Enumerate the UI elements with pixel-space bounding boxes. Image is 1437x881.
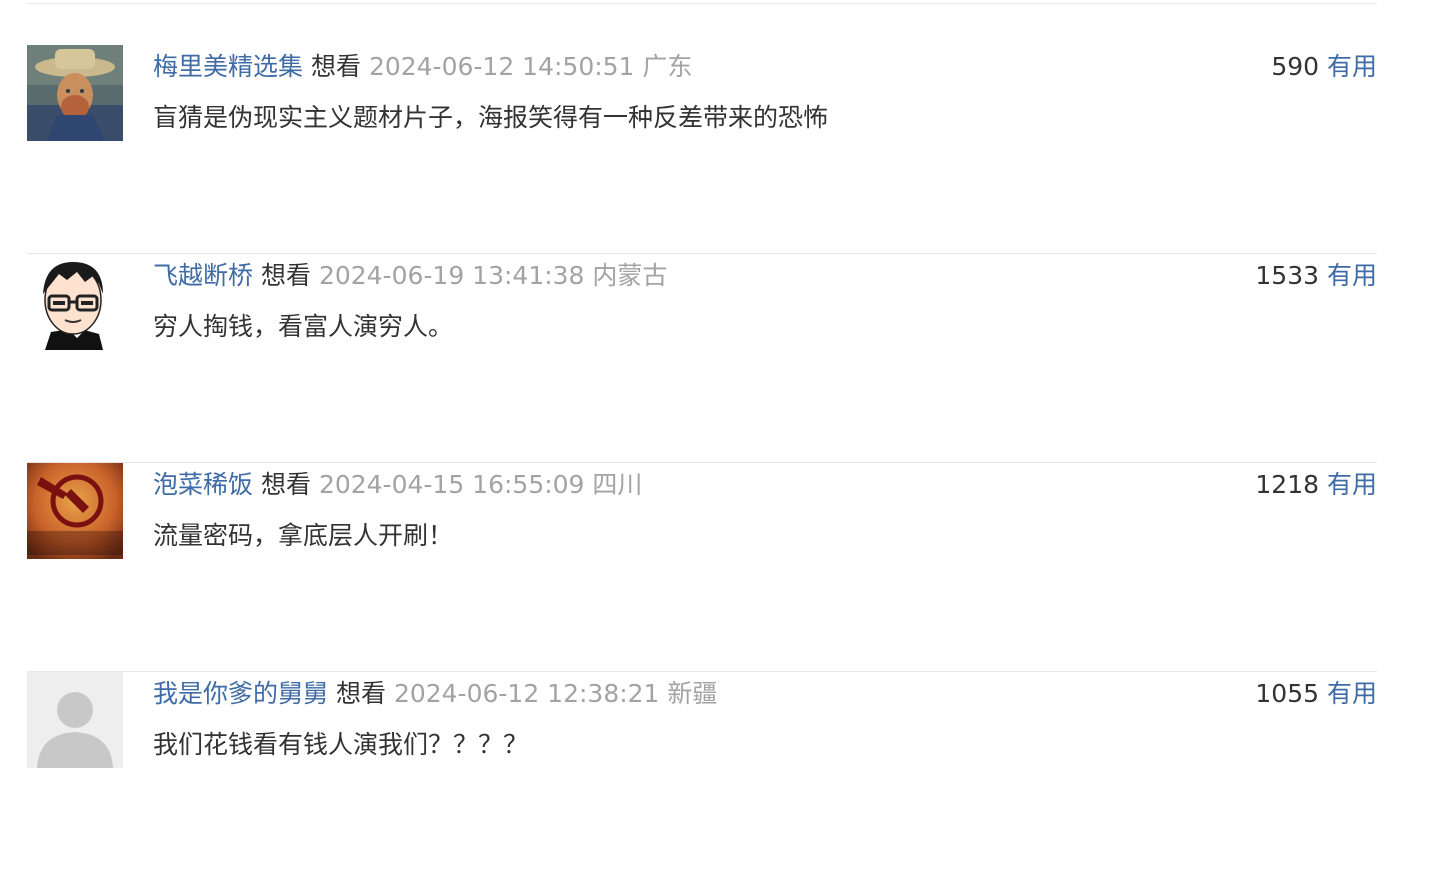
vote-count: 1055 — [1255, 679, 1320, 708]
vote-count: 1533 — [1255, 261, 1320, 290]
useful-vote-button[interactable]: 有用 — [1327, 470, 1377, 499]
vote-area: 590 有用 — [1271, 49, 1377, 85]
vote-count: 590 — [1271, 52, 1320, 81]
comment-meta: 梅里美精选集 想看 2024-06-12 14:50:51 广东 — [153, 49, 692, 85]
comment-item: 泡菜稀饭 想看 2024-04-15 16:55:09 四川 1218 有用 流… — [27, 463, 1377, 672]
username-link[interactable]: 飞越断桥 — [153, 261, 253, 290]
comment-region: 内蒙古 — [592, 261, 668, 290]
watch-status: 想看 — [335, 679, 386, 708]
portrait-painting-avatar[interactable] — [27, 45, 123, 141]
comment-time: 2024-06-19 13:41:38 — [318, 261, 585, 290]
watch-status: 想看 — [260, 470, 311, 499]
useful-vote-button[interactable]: 有用 — [1327, 52, 1377, 81]
vote-area: 1055 有用 — [1255, 676, 1377, 712]
default-user-silhouette-avatar[interactable] — [27, 672, 123, 768]
comment-region: 四川 — [592, 470, 643, 499]
username-link[interactable]: 梅里美精选集 — [153, 52, 303, 81]
comment-meta: 泡菜稀饭 想看 2024-04-15 16:55:09 四川 — [153, 467, 642, 503]
vote-area: 1218 有用 — [1255, 467, 1377, 503]
comment-region: 新疆 — [667, 679, 718, 708]
comment-item: 飞越断桥 想看 2024-06-19 13:41:38 内蒙古 1533 有用 … — [27, 254, 1377, 463]
vote-count: 1218 — [1255, 470, 1320, 499]
vote-area: 1533 有用 — [1255, 258, 1377, 294]
comment-time: 2024-06-12 12:38:21 — [393, 679, 660, 708]
comment-region: 广东 — [642, 52, 693, 81]
comment-time: 2024-04-15 16:55:09 — [318, 470, 585, 499]
watch-status: 想看 — [260, 261, 311, 290]
comment-item: 梅里美精选集 想看 2024-06-12 14:50:51 广东 590 有用 … — [27, 45, 1377, 254]
comment-text: 流量密码，拿底层人开刷！ — [153, 521, 454, 550]
cartoon-glasses-man-avatar[interactable] — [27, 254, 123, 350]
comment-item: 我是你爹的舅舅 想看 2024-06-12 12:38:21 新疆 1055 有… — [27, 672, 1377, 881]
comment-meta: 飞越断桥 想看 2024-06-19 13:41:38 内蒙古 — [153, 258, 667, 294]
red-faction-logo-avatar[interactable] — [27, 463, 123, 559]
comment-text: 盲猜是伪现实主义题材片子，海报笑得有一种反差带来的恐怖 — [153, 103, 829, 132]
comment-text: 穷人掏钱，看富人演穷人。 — [153, 312, 454, 341]
comment-time: 2024-06-12 14:50:51 — [368, 52, 635, 81]
comment-meta: 我是你爹的舅舅 想看 2024-06-12 12:38:21 新疆 — [153, 676, 717, 712]
useful-vote-button[interactable]: 有用 — [1327, 679, 1377, 708]
username-link[interactable]: 泡菜稀饭 — [153, 470, 253, 499]
comment-text: 我们花钱看有钱人演我们？？？？ — [153, 730, 529, 759]
username-link[interactable]: 我是你爹的舅舅 — [153, 679, 328, 708]
divider — [27, 3, 1377, 4]
useful-vote-button[interactable]: 有用 — [1327, 261, 1377, 290]
watch-status: 想看 — [310, 52, 361, 81]
